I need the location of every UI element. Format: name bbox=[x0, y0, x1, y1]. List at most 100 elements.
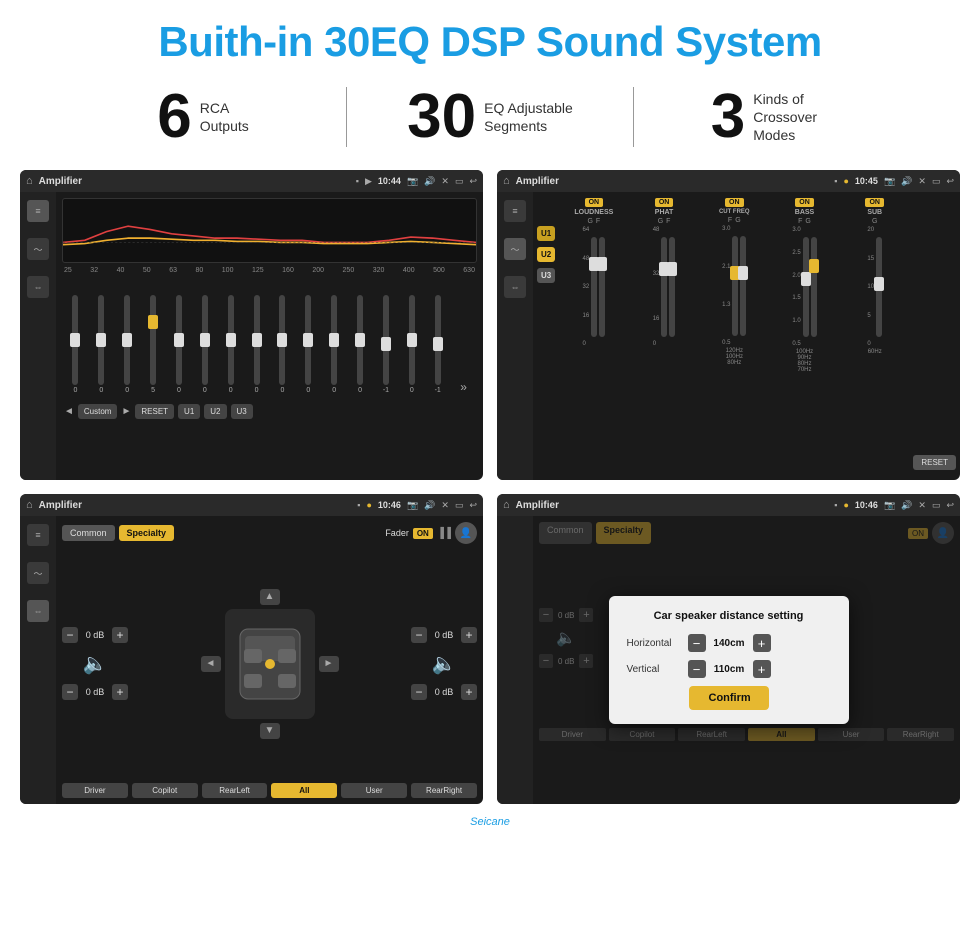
screen-fader: ⌂ Amplifier ▪ ● 10:46 📷 🔊 ✕ ▭ ↩ ≡ 〜 ⇔ Co… bbox=[20, 494, 483, 804]
screen1-back-icon[interactable]: ↩ bbox=[469, 176, 477, 187]
screen3-header: ⌂ Amplifier ▪ ● 10:46 📷 🔊 ✕ ▭ ↩ bbox=[20, 494, 483, 516]
eq-prev-btn[interactable]: ◄ bbox=[64, 406, 74, 417]
confirm-button[interactable]: Confirm bbox=[689, 686, 769, 710]
vertical-minus-btn[interactable]: − bbox=[688, 660, 706, 678]
sc3-wave-icon[interactable]: 〜 bbox=[27, 562, 49, 584]
profile-icon[interactable]: 👤 bbox=[455, 522, 477, 544]
pos-down-btn[interactable]: ▼ bbox=[260, 723, 280, 739]
page-header: Buith-in 30EQ DSP Sound System bbox=[0, 0, 980, 76]
screen4-home-icon[interactable]: ⌂ bbox=[503, 499, 510, 511]
loudness-on[interactable]: ON bbox=[585, 198, 604, 207]
cutfreq-f-slider[interactable] bbox=[732, 236, 738, 336]
screen4-time: 10:46 bbox=[855, 500, 878, 510]
watermark-text: Seicane bbox=[470, 816, 510, 828]
sc2-balance-icon[interactable]: ⇔ bbox=[504, 276, 526, 298]
screen4-icon3: 📷 bbox=[884, 500, 895, 511]
sc3-balance-icon[interactable]: ⇔ bbox=[27, 600, 49, 622]
vertical-plus-btn[interactable]: + bbox=[753, 660, 771, 678]
stat-eq-number: 30 bbox=[407, 86, 476, 148]
dialog-overlay: Car speaker distance setting Horizontal … bbox=[497, 516, 960, 804]
phat-g-slider[interactable] bbox=[661, 237, 667, 337]
eq-custom-btn[interactable]: Custom bbox=[78, 404, 118, 419]
fader-on-badge[interactable]: ON bbox=[413, 528, 433, 539]
vol-left-top-plus[interactable]: + bbox=[112, 627, 128, 643]
pos-left-btn[interactable]: ◄ bbox=[201, 656, 221, 672]
screen2-main: U1 U2 U3 ON LOUDNESS GF 6 bbox=[533, 192, 960, 480]
screen1-home-icon[interactable]: ⌂ bbox=[26, 175, 33, 187]
screen3-time: 10:46 bbox=[378, 500, 401, 510]
screen2-icon5: ✕ bbox=[918, 176, 926, 187]
loudness-f-slider[interactable] bbox=[599, 237, 605, 337]
u3-button[interactable]: U3 bbox=[537, 268, 555, 283]
screen2-home-icon[interactable]: ⌂ bbox=[503, 175, 510, 187]
screen2-back-icon[interactable]: ↩ bbox=[946, 176, 954, 187]
vol-right-top-minus[interactable]: − bbox=[411, 627, 427, 643]
u2-button[interactable]: U2 bbox=[537, 247, 555, 262]
phat-on[interactable]: ON bbox=[655, 198, 674, 207]
pos-up-btn[interactable]: ▲ bbox=[260, 589, 280, 605]
screen4-header: ⌂ Amplifier ▪ ● 10:46 📷 🔊 ✕ ▭ ↩ bbox=[497, 494, 960, 516]
horizontal-minus-btn[interactable]: − bbox=[688, 634, 706, 652]
screen4-back-icon[interactable]: ↩ bbox=[946, 500, 954, 511]
screen4-icon1: ▪ bbox=[834, 500, 837, 510]
vol-right-bot-plus[interactable]: + bbox=[461, 684, 477, 700]
cutfreq-on[interactable]: ON bbox=[725, 198, 744, 207]
sc2-eq-icon[interactable]: ≡ bbox=[504, 200, 526, 222]
vol-right-top-plus[interactable]: + bbox=[461, 627, 477, 643]
vol-left-bot-minus[interactable]: − bbox=[62, 684, 78, 700]
horizontal-value: 140cm bbox=[712, 638, 747, 649]
rearright-btn[interactable]: RearRight bbox=[411, 783, 477, 798]
vol-left-bot-plus[interactable]: + bbox=[112, 684, 128, 700]
u1-button[interactable]: U1 bbox=[537, 226, 555, 241]
sidebar-eq-icon[interactable]: ≡ bbox=[27, 200, 49, 222]
screen1-content: ≡ 〜 ⇔ 25 32 40 50 bbox=[20, 192, 483, 480]
dialog-title: Car speaker distance setting bbox=[627, 610, 831, 622]
cutfreq-sliders: 3.02.11.30.5 bbox=[722, 226, 746, 346]
common-tab[interactable]: Common bbox=[62, 525, 115, 541]
sidebar-wave-icon[interactable]: 〜 bbox=[27, 238, 49, 260]
all-btn[interactable]: All bbox=[271, 783, 337, 798]
screen4-title: Amplifier bbox=[516, 500, 829, 511]
pos-right-btn[interactable]: ► bbox=[319, 656, 339, 672]
eq-next-btn[interactable]: ► bbox=[121, 406, 131, 417]
screen1-icon4: 🔊 bbox=[424, 176, 435, 187]
screen3-content: ≡ 〜 ⇔ Common Specialty Fader ON ▐▐ 👤 bbox=[20, 516, 483, 804]
screen2-icon6: ▭ bbox=[932, 176, 941, 187]
sc2-wave-icon[interactable]: 〜 bbox=[504, 238, 526, 260]
screen1-icon5: ✕ bbox=[441, 176, 449, 187]
copilot-btn[interactable]: Copilot bbox=[132, 783, 198, 798]
driver-btn[interactable]: Driver bbox=[62, 783, 128, 798]
sub-sliders: 20151050 bbox=[867, 227, 882, 347]
rearleft-btn[interactable]: RearLeft bbox=[202, 783, 268, 798]
vol-left-top-minus[interactable]: − bbox=[62, 627, 78, 643]
cutfreq-g-slider[interactable] bbox=[740, 236, 746, 336]
crossover-reset-btn[interactable]: RESET bbox=[913, 455, 956, 470]
sub-on[interactable]: ON bbox=[865, 198, 884, 207]
horizontal-plus-btn[interactable]: + bbox=[753, 634, 771, 652]
bass-on[interactable]: ON bbox=[795, 198, 814, 207]
specialty-tab[interactable]: Specialty bbox=[119, 525, 175, 541]
stat-crossover: 3 Kinds ofCrossover Modes bbox=[634, 86, 920, 148]
screen1-sidebar: ≡ 〜 ⇔ bbox=[20, 192, 56, 480]
screen3-back-icon[interactable]: ↩ bbox=[469, 500, 477, 511]
sub-g-slider[interactable] bbox=[876, 237, 882, 337]
sc3-eq-icon[interactable]: ≡ bbox=[27, 524, 49, 546]
screen1-header: ⌂ Amplifier ▪ ▶ 10:44 📷 🔊 ✕ ▭ ↩ bbox=[20, 170, 483, 192]
vol-right-bot-minus[interactable]: − bbox=[411, 684, 427, 700]
eq-u1-btn[interactable]: U1 bbox=[178, 404, 200, 419]
eq-u2-btn[interactable]: U2 bbox=[204, 404, 226, 419]
eq-reset-btn[interactable]: RESET bbox=[135, 404, 174, 419]
stat-crossover-label: Kinds ofCrossover Modes bbox=[753, 90, 843, 145]
car-diagram-area: ▲ ◄ bbox=[136, 589, 403, 739]
eq-u3-btn[interactable]: U3 bbox=[231, 404, 253, 419]
phat-f-slider[interactable] bbox=[669, 237, 675, 337]
loudness-g-slider[interactable] bbox=[591, 237, 597, 337]
bass-f-slider[interactable] bbox=[803, 237, 809, 337]
vertical-label: Vertical bbox=[627, 664, 682, 675]
bass-g-slider[interactable] bbox=[811, 237, 817, 337]
screen3-home-icon[interactable]: ⌂ bbox=[26, 499, 33, 511]
right-speaker-icon: 🔈 bbox=[411, 651, 477, 676]
screen2-sidebar: ≡ 〜 ⇔ bbox=[497, 192, 533, 480]
sidebar-balance-icon[interactable]: ⇔ bbox=[27, 276, 49, 298]
user-btn[interactable]: User bbox=[341, 783, 407, 798]
